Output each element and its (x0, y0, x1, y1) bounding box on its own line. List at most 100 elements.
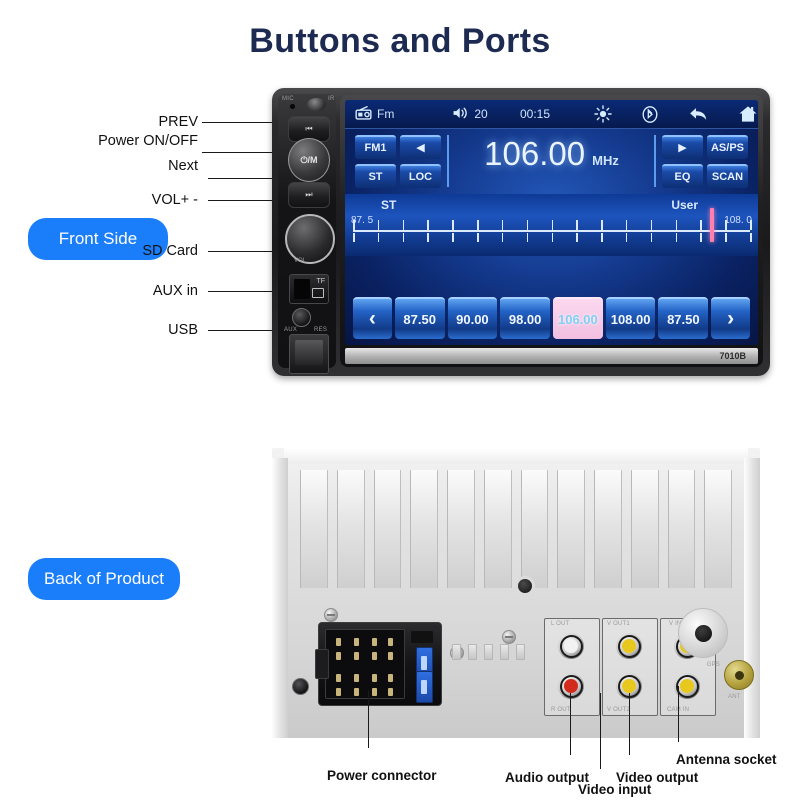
brightness-icon[interactable] (594, 105, 612, 123)
ir-label: IR (328, 96, 335, 102)
side-control-panel: MIC IR ⏮ ⏻/M ⏭ VOL TF AUX RES (278, 94, 336, 374)
label-video-output: Video output (616, 770, 699, 785)
scale-tick (675, 220, 678, 230)
microphone-hole (290, 104, 295, 109)
tuner-main-row: FM1 ◀ ST LOC 106.00 MHz ▶ AS/PS EQ SCAN (345, 128, 758, 194)
scale-tick (675, 233, 678, 242)
scale-tick (576, 233, 578, 242)
scale-tick (650, 233, 653, 242)
label-prev: PREV (158, 114, 199, 130)
frequency-display: 106.00 MHz (447, 135, 656, 187)
home-icon[interactable] (738, 105, 758, 123)
source-indicator[interactable]: Fm (355, 106, 410, 122)
heatsink-fin (483, 470, 512, 588)
back-chassis: L OUT R OUT V OUT1 V OUT2 V IN CAM IN AN… (272, 448, 760, 738)
scale-tick (477, 233, 479, 242)
volume-indicator[interactable]: 20 (452, 106, 502, 122)
preset-button-5[interactable]: 108.00 (605, 297, 656, 339)
left-control-group: FM1 ◀ ST LOC (345, 134, 441, 188)
preset-button-2[interactable]: 90.00 (447, 297, 498, 339)
aux-input-jack[interactable] (292, 308, 311, 327)
next-track-button[interactable]: ⏭ (288, 182, 330, 208)
scale-tick (377, 220, 380, 230)
tuning-scale[interactable]: ST User 87. 5 108. 0 (345, 194, 758, 256)
band-button[interactable]: FM1 (355, 134, 396, 159)
aux-label: AUX (284, 327, 298, 333)
scale-tick (452, 233, 454, 242)
chassis-hole (518, 579, 532, 593)
preset-button-4[interactable]: 106.00 (553, 297, 603, 339)
heatsink-fin (594, 470, 622, 588)
bluetooth-icon[interactable] (642, 105, 658, 123)
antenna-socket[interactable] (724, 660, 754, 690)
volume-knob-label: VOL (294, 258, 307, 264)
scale-tick (725, 233, 727, 242)
autostore-button[interactable]: AS/PS (707, 134, 748, 159)
preset-prev-button[interactable]: ‹ (353, 297, 392, 339)
volume-value: 20 (474, 107, 488, 121)
scale-axis (353, 230, 750, 232)
scale-tick (551, 233, 553, 242)
preset-bar: ‹ 87.50 90.00 98.00 106.00 108.00 87.50 › (345, 297, 758, 339)
front-unit: MIC IR ⏮ ⏻/M ⏭ VOL TF AUX RES Fm 20 00:1… (272, 88, 770, 376)
scale-tick (501, 220, 504, 230)
back-top-edge (284, 448, 748, 464)
tune-up-button[interactable]: ▶ (662, 134, 703, 159)
heatsink-fin (557, 470, 585, 588)
scan-button[interactable]: SCAN (707, 163, 748, 188)
tuning-cursor[interactable] (710, 208, 715, 242)
connector-block (411, 631, 433, 643)
screen-bezel: Fm 20 00:15 FM1 ◀ ST LOC 106.00 MHz ▶ AS… (340, 95, 763, 367)
preset-next-button[interactable]: › (711, 297, 750, 339)
clock: 00:15 (519, 107, 550, 121)
preset-button-3[interactable]: 98.00 (500, 297, 550, 339)
eq-button[interactable]: EQ (662, 163, 703, 188)
tf-label: TF (316, 278, 325, 285)
right-control-group: ▶ AS/PS EQ SCAN (662, 134, 758, 188)
leader-sdcard (208, 251, 276, 253)
rca-audio-left[interactable] (558, 633, 584, 659)
leader-antenna-socket (678, 686, 680, 742)
page-title: Buttons and Ports (249, 22, 551, 60)
rca-video-out-1[interactable] (616, 633, 642, 659)
scale-tick (526, 233, 529, 242)
radio-icon (355, 106, 372, 122)
heatsink-fin (410, 470, 438, 588)
scale-tick (353, 220, 355, 230)
gps-socket[interactable] (678, 608, 728, 658)
volume-knob[interactable] (285, 214, 335, 264)
leader-video-input (600, 693, 602, 769)
label-audio-output: Audio output (505, 770, 589, 785)
scale-tick (625, 220, 628, 230)
scale-tick (700, 220, 702, 230)
tune-down-button[interactable]: ◀ (400, 134, 441, 159)
scale-tick (700, 233, 702, 242)
label-antenna-socket: Antenna socket (676, 752, 777, 767)
preset-button-1[interactable]: 87.50 (394, 297, 445, 339)
scale-tick (526, 220, 529, 230)
usb-port[interactable] (289, 334, 329, 374)
scale-tick (725, 220, 727, 230)
local-button[interactable]: LOC (400, 163, 441, 188)
power-mode-knob[interactable]: ⏻/M (288, 138, 330, 182)
scale-tick (477, 220, 479, 230)
preset-button-6[interactable]: 87.50 (658, 297, 709, 339)
stereo-button[interactable]: ST (355, 163, 396, 188)
mic-label: MIC (282, 96, 294, 102)
vent-slot (500, 644, 509, 660)
power-pin-block (325, 629, 405, 699)
lcd-screen[interactable]: Fm 20 00:15 FM1 ◀ ST LOC 106.00 MHz ▶ AS… (345, 100, 758, 345)
right-rail (744, 458, 760, 738)
power-connector-socket[interactable] (315, 622, 442, 706)
scale-tick (402, 220, 405, 230)
model-strip: 7010B (345, 348, 758, 364)
sd-card-slot[interactable]: TF (289, 274, 329, 304)
fuse-two (416, 671, 433, 703)
back-arrow-icon[interactable] (688, 106, 710, 122)
sd-slot-opening (294, 279, 310, 299)
scale-tick (750, 233, 752, 242)
small-side-jack[interactable] (292, 678, 309, 695)
connector-latch (315, 649, 329, 679)
heatsink-fin (667, 470, 696, 588)
ir-receiver-icon (307, 98, 326, 111)
